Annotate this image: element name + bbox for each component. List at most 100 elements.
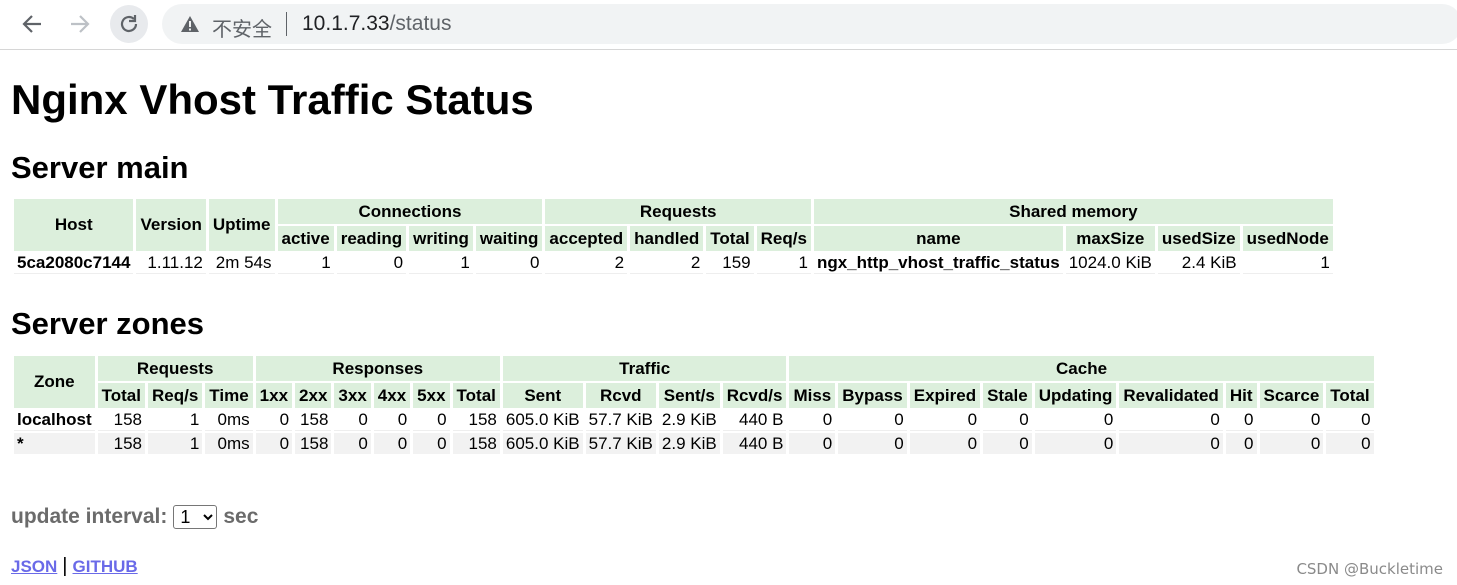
forward-button[interactable] xyxy=(62,6,98,42)
arrow-left-icon xyxy=(22,15,41,33)
zone-col-header: Updating xyxy=(1034,383,1117,408)
update-unit: sec xyxy=(223,505,259,528)
cell-reading: 0 xyxy=(336,253,407,274)
zones-body: localhost 158 1 0ms 0 158 0 0 0 158 605.0 KiB 57.7 … xyxy=(14,410,1374,454)
group-connections: Connections xyxy=(277,199,543,224)
zone-col-header: Expired xyxy=(909,383,981,408)
zone-cell: 158 xyxy=(295,433,332,454)
zone-col-header: Bypass xyxy=(838,383,907,408)
zone-cell: 0 xyxy=(334,410,371,431)
zone-cell: 0 xyxy=(909,433,981,454)
update-label: update interval: xyxy=(11,505,168,528)
zone-cell: 158 xyxy=(97,410,145,431)
address-bar[interactable]: 不安全 10.1.7.33/status xyxy=(162,4,1457,44)
zone-cell: 0 xyxy=(413,410,450,431)
zone-col-header: Total xyxy=(1326,383,1374,408)
table-row: localhost 158 1 0ms 0 158 0 0 0 158 605.0 KiB 57.7 … xyxy=(14,410,1374,431)
zone-cell: 605.0 KiB xyxy=(502,433,583,454)
zone-cell: 57.7 KiB xyxy=(585,410,656,431)
zone-cell: 440 B xyxy=(722,410,787,431)
col-req-s: Req/s xyxy=(756,226,811,251)
zone-cell: 0 xyxy=(909,410,981,431)
reload-button[interactable] xyxy=(110,5,148,43)
col-accepted: accepted xyxy=(545,226,628,251)
zone-cell: 0 xyxy=(334,433,371,454)
zone-cell: 57.7 KiB xyxy=(585,433,656,454)
server-zones-heading: Server zones xyxy=(11,306,204,341)
col-handled: handled xyxy=(630,226,704,251)
col-waiting: waiting xyxy=(475,226,543,251)
group-traffic: Traffic xyxy=(502,356,787,381)
server-main-table: Host Version Uptime Connections Requests… xyxy=(11,197,1336,276)
table-row: * 158 1 0ms 0 158 0 0 0 158 605.0 KiB 57.7 KiB 2.9 K… xyxy=(14,433,1374,454)
group-shared-memory: Shared memory xyxy=(813,199,1333,224)
zone-cell: 0 xyxy=(1259,433,1324,454)
zone-cell: 0ms xyxy=(205,410,253,431)
group-requests: Requests xyxy=(97,356,253,381)
json-link[interactable]: JSON xyxy=(11,557,57,576)
zone-col-header: 1xx xyxy=(255,383,293,408)
zone-col-header: 5xx xyxy=(413,383,450,408)
zone-col-header: Scarce xyxy=(1259,383,1324,408)
group-responses: Responses xyxy=(255,356,500,381)
zone-cell: 0 xyxy=(255,433,293,454)
col-shm-name: name xyxy=(813,226,1063,251)
github-link[interactable]: GITHUB xyxy=(73,557,138,576)
col-total: Total xyxy=(706,226,754,251)
url-path: /status xyxy=(389,12,452,35)
zone-col-header: 2xx xyxy=(295,383,332,408)
col-reading: reading xyxy=(336,226,407,251)
address-separator xyxy=(286,12,287,36)
reload-icon xyxy=(120,15,138,33)
zone-cell: 0 xyxy=(373,433,411,454)
zone-col-header: Stale xyxy=(983,383,1032,408)
zone-cell: 2.9 KiB xyxy=(658,410,720,431)
col-zone: Zone xyxy=(14,356,95,408)
back-button[interactable] xyxy=(14,6,50,42)
zone-cell: 0ms xyxy=(205,433,253,454)
zone-col-header: Req/s xyxy=(147,383,203,408)
cell-max-size: 1024.0 KiB xyxy=(1065,253,1155,274)
security-label[interactable]: 不安全 xyxy=(212,13,272,42)
cell-used-node: 1 xyxy=(1242,253,1333,274)
update-interval-select[interactable]: 1 xyxy=(173,505,218,529)
zone-col-header: Rcvd/s xyxy=(722,383,787,408)
cell-zone: * xyxy=(14,433,95,454)
cell-zone: localhost xyxy=(14,410,95,431)
cell-active: 1 xyxy=(277,253,334,274)
zone-cell: 158 xyxy=(452,433,500,454)
cell-version: 1.11.12 xyxy=(136,253,206,274)
zone-cell: 0 xyxy=(838,410,907,431)
zone-cell: 0 xyxy=(1119,433,1223,454)
browser-toolbar: 不安全 10.1.7.33/status xyxy=(0,0,1457,50)
update-interval: update interval: 1 sec xyxy=(11,505,258,529)
zone-cell: 0 xyxy=(789,433,836,454)
col-used-node: usedNode xyxy=(1242,226,1333,251)
col-version: Version xyxy=(136,199,206,251)
zone-cell: 0 xyxy=(255,410,293,431)
cell-uptime: 2m 54s xyxy=(208,253,275,274)
col-uptime: Uptime xyxy=(208,199,275,251)
col-used-size: usedSize xyxy=(1157,226,1240,251)
zone-cell: 158 xyxy=(452,410,500,431)
cell-waiting: 0 xyxy=(475,253,543,274)
zone-cell: 0 xyxy=(1034,410,1117,431)
watermark: CSDN @Buckletime xyxy=(1296,560,1443,578)
zone-cell: 0 xyxy=(1326,410,1374,431)
zone-cell: 0 xyxy=(1225,433,1257,454)
url-text[interactable]: 10.1.7.33/status xyxy=(302,12,451,36)
zone-cell: 0 xyxy=(838,433,907,454)
group-cache: Cache xyxy=(789,356,1374,381)
zone-cell: 440 B xyxy=(722,433,787,454)
zone-cell: 1 xyxy=(147,410,203,431)
cell-accepted: 2 xyxy=(545,253,628,274)
cell-handled: 2 xyxy=(630,253,704,274)
zone-cell: 0 xyxy=(983,410,1032,431)
url-host: 10.1.7.33 xyxy=(302,12,390,35)
col-active: active xyxy=(277,226,334,251)
zone-col-header: 3xx xyxy=(334,383,371,408)
zone-cell: 0 xyxy=(1034,433,1117,454)
zone-col-header: Total xyxy=(97,383,145,408)
cell-total: 159 xyxy=(706,253,754,274)
zone-cell: 0 xyxy=(373,410,411,431)
